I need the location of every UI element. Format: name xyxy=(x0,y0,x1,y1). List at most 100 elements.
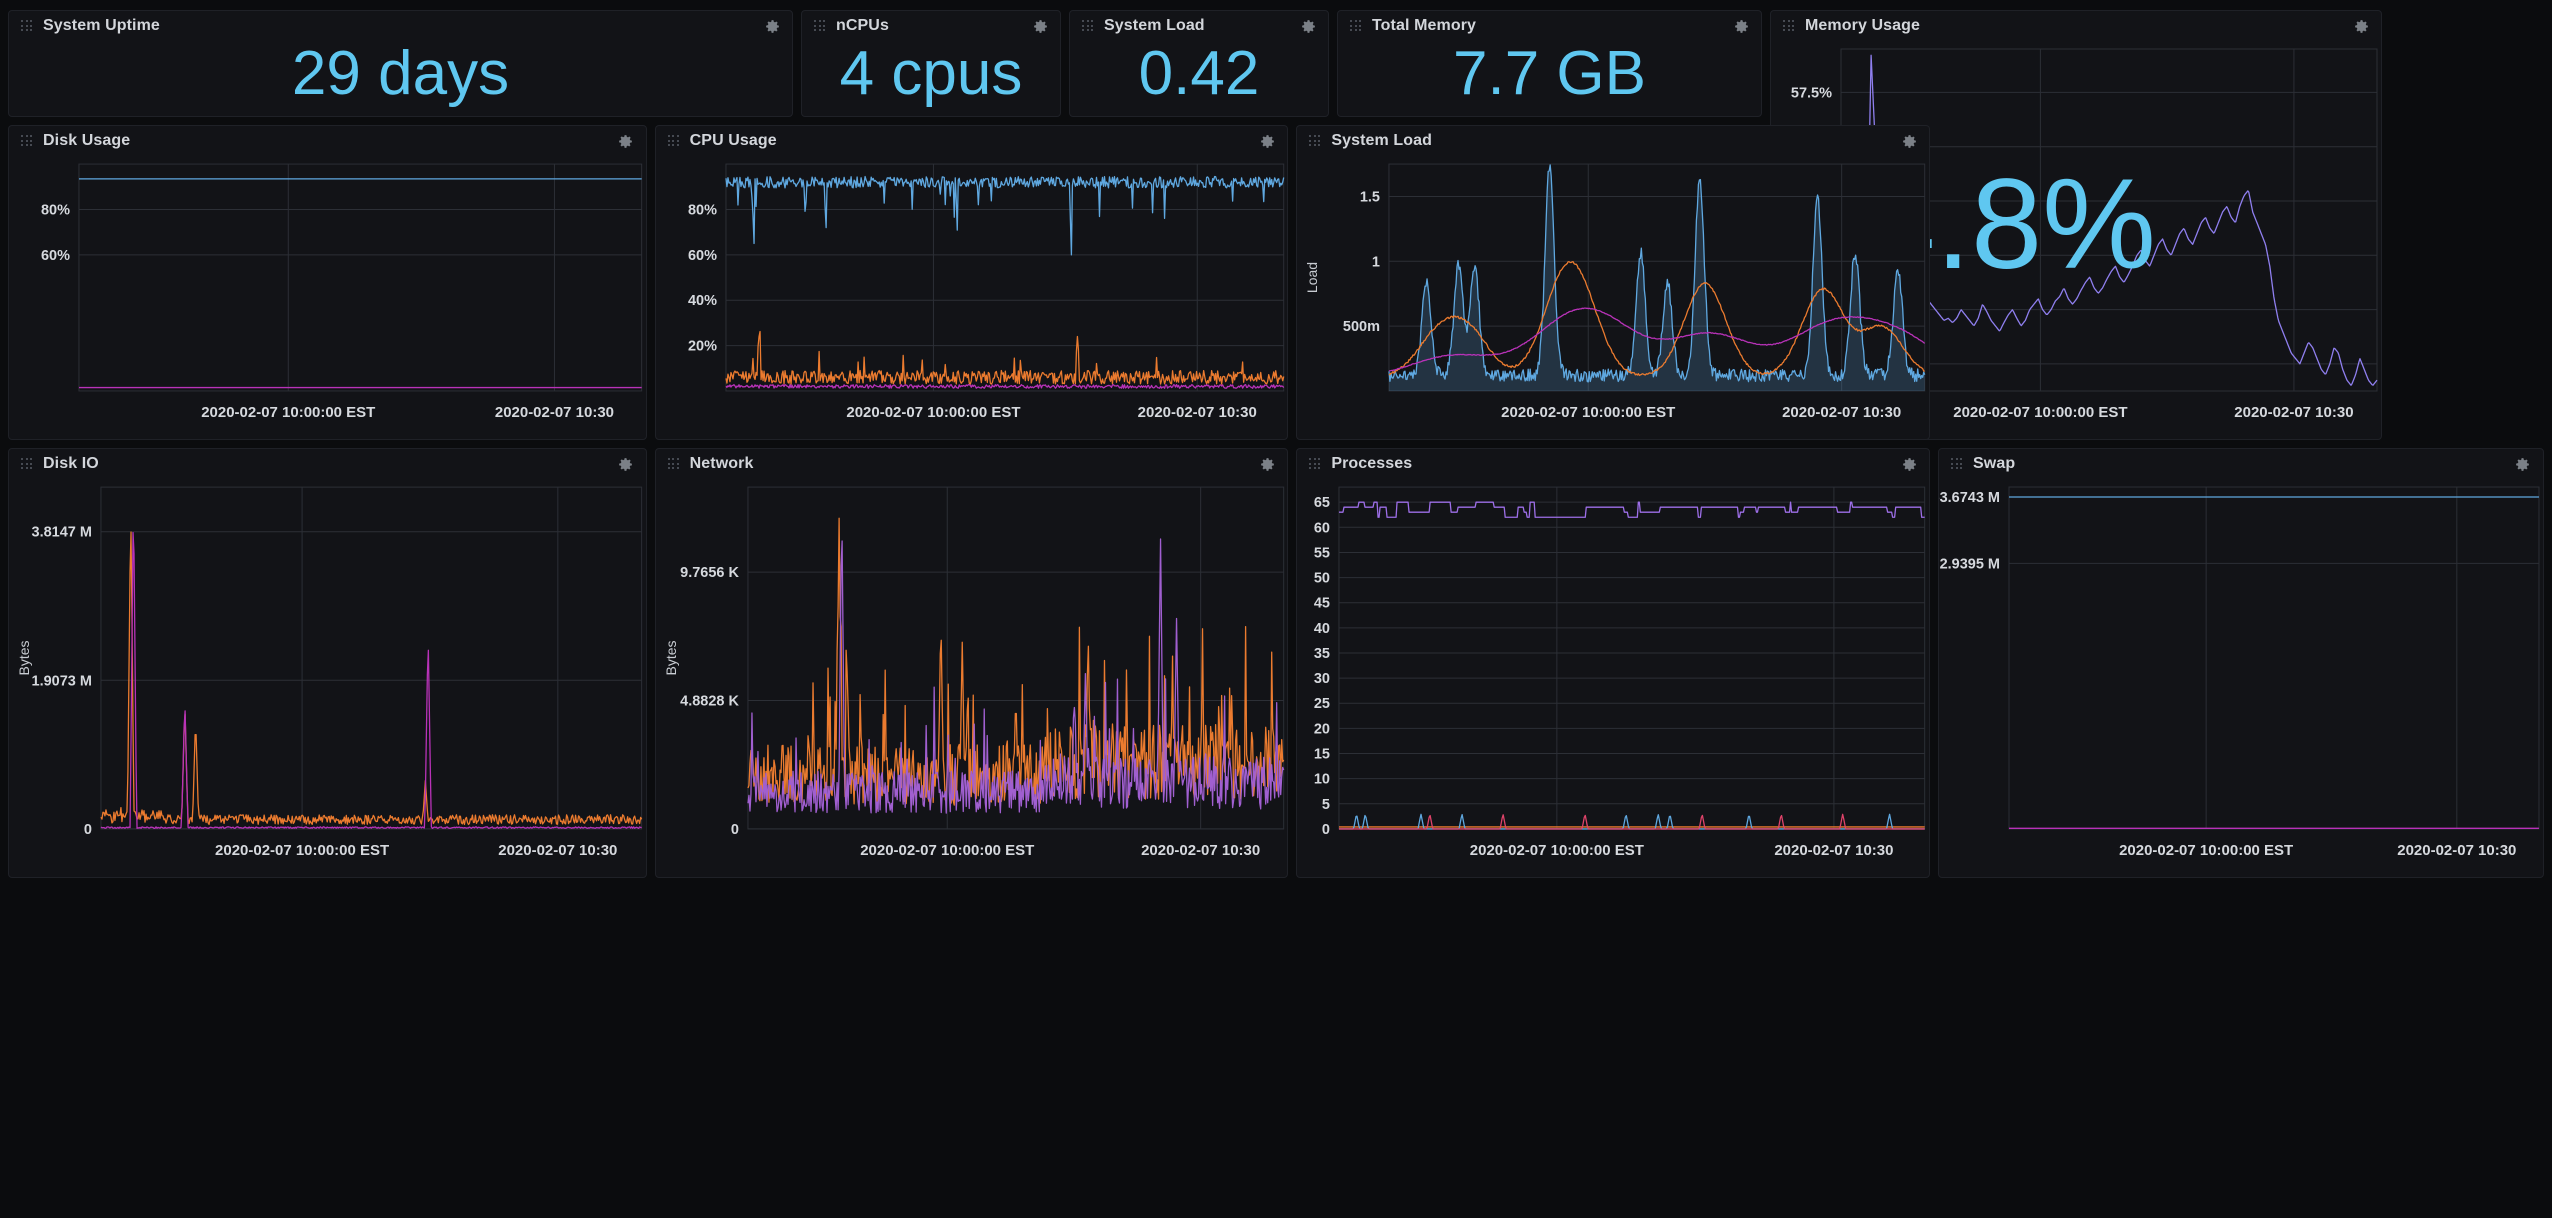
drag-handle-icon[interactable] xyxy=(21,458,33,470)
gear-icon[interactable] xyxy=(616,454,636,474)
panel-title: Disk IO xyxy=(43,455,99,472)
drag-handle-icon[interactable] xyxy=(21,20,33,32)
graph-body[interactable]: 953.6743 M 762.9395 M 2020-02-07 10:00:00 … xyxy=(1939,479,2543,877)
svg-text:953.6743 M: 953.6743 M xyxy=(1939,490,2000,506)
svg-text:2020-02-07 10:30: 2020-02-07 10:30 xyxy=(498,842,617,859)
svg-text:2020-02-07 10:00:00 EST: 2020-02-07 10:00:00 EST xyxy=(2119,842,2293,859)
gear-icon[interactable] xyxy=(1899,454,1919,474)
drag-handle-icon[interactable] xyxy=(1309,135,1321,147)
panel-processes[interactable]: Processes 65 60 55 50 45 40 35 30 25 20 15 10 5 0 2020… xyxy=(1296,448,1931,878)
svg-text:80%: 80% xyxy=(688,202,717,218)
system-load-chart[interactable]: 1.5 1 500m 2020-02-07 10:00:00 EST 2020-02-0… xyxy=(1297,156,1929,439)
drag-handle-icon[interactable] xyxy=(1951,458,1963,470)
graph-body[interactable]: 65 60 55 50 45 40 35 30 25 20 15 10 5 0 2020-02-07 10:… xyxy=(1297,479,1929,877)
panel-disk-usage[interactable]: Disk Usage 80% 60% 2020-02-07 10:00:00 EST… xyxy=(8,125,647,440)
gear-icon[interactable] xyxy=(1899,131,1919,151)
panel-system-load-stat[interactable]: System Load 0.42 xyxy=(1069,10,1329,117)
drag-handle-icon[interactable] xyxy=(1783,20,1795,32)
swap-chart[interactable]: 953.6743 M 762.9395 M 2020-02-07 10:00:00 … xyxy=(1939,479,2543,877)
panel-header: Processes xyxy=(1297,449,1929,479)
panel-header: Memory Usage xyxy=(1771,11,2381,41)
svg-text:1.9073 M: 1.9073 M xyxy=(32,673,92,689)
stat-value: 29 days xyxy=(291,41,510,108)
stat-body: 29 days xyxy=(9,41,792,116)
panel-system-load-graph[interactable]: System Load 1.5 1 500m 2020-02-07 10:00:00 … xyxy=(1296,125,1931,440)
svg-text:2020-02-07 10:30: 2020-02-07 10:30 xyxy=(495,404,614,421)
svg-text:2020-02-07 10:00:00 EST: 2020-02-07 10:00:00 EST xyxy=(215,842,389,859)
stat-value: 7.7 GB xyxy=(1453,41,1646,108)
svg-text:762.9395 M: 762.9395 M xyxy=(1939,556,2000,572)
drag-handle-icon[interactable] xyxy=(667,135,680,147)
panel-title: Swap xyxy=(1973,455,2016,472)
panel-cpu-usage[interactable]: CPU Usage 80% 60% 40% 20% 2020-02-07 10:00:0… xyxy=(654,125,1289,440)
svg-text:4.8828 K: 4.8828 K xyxy=(680,694,739,710)
disk-io-chart[interactable]: 3.8147 M 1.9073 M 0 2020-02-07 10:00:00 EST… xyxy=(9,479,646,877)
drag-handle-icon[interactable] xyxy=(814,20,826,32)
panel-total-memory[interactable]: Total Memory 7.7 GB xyxy=(1337,10,1762,117)
svg-text:2020-02-07 10:30: 2020-02-07 10:30 xyxy=(1775,842,1894,859)
svg-text:15: 15 xyxy=(1314,747,1330,763)
gear-icon[interactable] xyxy=(2351,16,2371,36)
panel-title: Memory Usage xyxy=(1805,17,1921,34)
panel-disk-io[interactable]: Disk IO 3.8147 M 1.9073 M 0 2020-02-07 10:0… xyxy=(8,448,647,878)
svg-text:20%: 20% xyxy=(688,339,717,355)
svg-text:60%: 60% xyxy=(41,248,70,264)
graph-body[interactable]: 80% 60% 2020-02-07 10:00:00 EST 2020-02-07 … xyxy=(9,156,646,439)
svg-text:0: 0 xyxy=(1322,822,1330,838)
svg-text:3.8147 M: 3.8147 M xyxy=(32,525,92,541)
gear-icon[interactable] xyxy=(762,16,782,36)
svg-text:2020-02-07 10:30: 2020-02-07 10:30 xyxy=(2234,404,2353,421)
svg-text:Load: Load xyxy=(1304,262,1320,293)
gear-icon[interactable] xyxy=(1298,16,1318,36)
panel-header: Total Memory xyxy=(1338,11,1761,41)
svg-text:35: 35 xyxy=(1314,646,1330,662)
panel-ncpus[interactable]: nCPUs 4 cpus xyxy=(801,10,1061,117)
panel-title: System Load xyxy=(1104,17,1205,34)
svg-text:2020-02-07 10:00:00 EST: 2020-02-07 10:00:00 EST xyxy=(201,404,375,421)
gear-icon[interactable] xyxy=(1257,131,1277,151)
panel-header: Network xyxy=(656,449,1288,479)
svg-text:25: 25 xyxy=(1314,696,1330,712)
graph-body[interactable]: 3.8147 M 1.9073 M 0 2020-02-07 10:00:00 EST… xyxy=(9,479,646,877)
dashboard-row-1: System Uptime 29 days nCPUs 4 cpus Syste… xyxy=(8,10,2544,440)
grafana-dashboard: System Uptime 29 days nCPUs 4 cpus Syste… xyxy=(0,0,2552,1218)
cpu-usage-chart[interactable]: 80% 60% 40% 20% 2020-02-07 10:00:00 EST 2020-… xyxy=(656,156,1288,439)
svg-text:2020-02-07 10:00:00 EST: 2020-02-07 10:00:00 EST xyxy=(860,842,1034,859)
drag-handle-icon[interactable] xyxy=(1082,20,1094,32)
panel-header: Disk IO xyxy=(9,449,646,479)
graph-body[interactable]: 1.5 1 500m 2020-02-07 10:00:00 EST 2020-02-0… xyxy=(1297,156,1929,439)
svg-text:1: 1 xyxy=(1372,254,1380,270)
drag-handle-icon[interactable] xyxy=(667,458,680,470)
svg-text:2020-02-07 10:30: 2020-02-07 10:30 xyxy=(2397,842,2516,859)
graph-body[interactable]: 9.7656 K 4.8828 K 0 2020-02-07 10:00:00 EST… xyxy=(656,479,1288,877)
gear-icon[interactable] xyxy=(1257,454,1277,474)
gear-icon[interactable] xyxy=(1731,16,1751,36)
svg-text:10: 10 xyxy=(1314,772,1330,788)
svg-text:40: 40 xyxy=(1314,621,1330,637)
panel-title: CPU Usage xyxy=(689,132,777,149)
panel-network[interactable]: Network 9.7656 K 4.8828 K 0 2020-02-07 10:0… xyxy=(654,448,1289,878)
svg-text:2020-02-07 10:00:00 EST: 2020-02-07 10:00:00 EST xyxy=(1502,404,1676,421)
svg-text:5: 5 xyxy=(1322,797,1330,813)
processes-chart[interactable]: 656055504540353025201510502020-02-07 10:… xyxy=(1297,479,1929,877)
panel-title: System Load xyxy=(1331,132,1433,149)
gear-icon[interactable] xyxy=(616,131,636,151)
svg-text:50: 50 xyxy=(1314,571,1330,587)
svg-text:2020-02-07 10:30: 2020-02-07 10:30 xyxy=(1141,842,1260,859)
panel-title: Network xyxy=(689,455,754,472)
svg-text:65: 65 xyxy=(1314,495,1330,511)
drag-handle-icon[interactable] xyxy=(21,135,33,147)
svg-text:40%: 40% xyxy=(688,293,717,309)
panel-header: Swap xyxy=(1939,449,2543,479)
network-chart[interactable]: 9.7656 K 4.8828 K 0 2020-02-07 10:00:00 EST… xyxy=(656,479,1288,877)
drag-handle-icon[interactable] xyxy=(1309,458,1321,470)
drag-handle-icon[interactable] xyxy=(1350,20,1362,32)
panel-system-uptime[interactable]: System Uptime 29 days xyxy=(8,10,793,117)
svg-text:2020-02-07 10:00:00 EST: 2020-02-07 10:00:00 EST xyxy=(1953,404,2127,421)
gear-icon[interactable] xyxy=(1030,16,1050,36)
disk-usage-chart[interactable]: 80% 60% 2020-02-07 10:00:00 EST 2020-02-07 … xyxy=(9,156,646,439)
gear-icon[interactable] xyxy=(2513,454,2533,474)
panel-swap[interactable]: Swap 953.6743 M 762.9395 M 2020-02-07 10:0… xyxy=(1938,448,2544,878)
svg-text:20: 20 xyxy=(1314,721,1330,737)
graph-body[interactable]: 80% 60% 40% 20% 2020-02-07 10:00:00 EST 2020-… xyxy=(656,156,1288,439)
